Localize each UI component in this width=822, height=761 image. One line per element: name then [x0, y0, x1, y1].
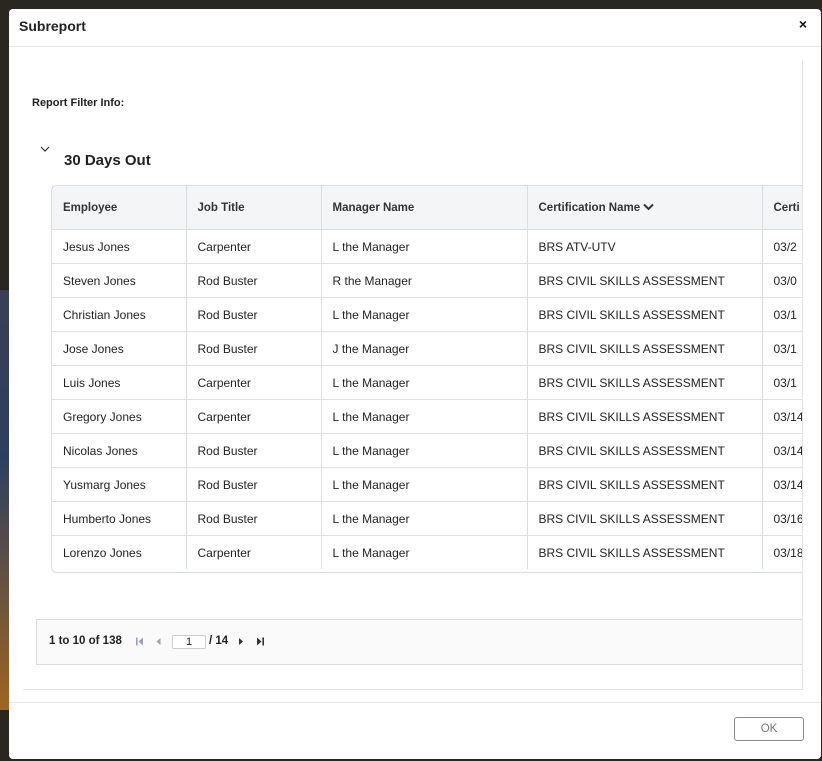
report-content: Report Filter Info: 30 Days Out Employee…	[23, 61, 803, 690]
cell-cert-date: 03/14	[762, 467, 802, 502]
cell-job-title: Rod Buster	[186, 467, 322, 502]
cell-employee: Yusmarg Jones	[52, 467, 187, 502]
cell-manager: L the Manager	[321, 535, 528, 569]
cell-employee: Jesus Jones	[52, 229, 187, 264]
column-header-job-title[interactable]: Job Title	[186, 186, 322, 230]
cell-manager: R the Manager	[321, 263, 528, 298]
group-title: 30 Days Out	[64, 152, 151, 169]
close-icon[interactable]: ×	[799, 15, 807, 33]
last-page-icon[interactable]	[255, 636, 265, 647]
table-row[interactable]: Gregory Jones Carpenter L the Manager BR…	[52, 399, 802, 434]
cell-manager: L the Manager	[321, 229, 528, 264]
cell-certification: BRS CIVIL SKILLS ASSESSMENT	[527, 433, 763, 468]
table-row[interactable]: Jesus Jones Carpenter L the Manager BRS …	[52, 229, 802, 264]
table-row[interactable]: Humberto Jones Rod Buster L the Manager …	[52, 501, 802, 536]
column-header-label: Certification Name	[538, 201, 641, 214]
cell-employee: Humberto Jones	[52, 501, 187, 536]
cell-certification: BRS CIVIL SKILLS ASSESSMENT	[527, 535, 763, 569]
column-header-certification-date[interactable]: Certi	[762, 186, 802, 230]
cell-certification: BRS CIVIL SKILLS ASSESSMENT	[527, 297, 763, 332]
table-row[interactable]: Nicolas Jones Rod Buster L the Manager B…	[52, 433, 802, 468]
cell-job-title: Carpenter	[186, 535, 322, 569]
cell-certification: BRS ATV-UTV	[527, 229, 763, 264]
table-row[interactable]: Lorenzo Jones Carpenter L the Manager BR…	[52, 535, 802, 569]
cell-job-title: Rod Buster	[186, 263, 322, 298]
cell-employee: Luis Jones	[52, 365, 187, 400]
first-page-icon[interactable]	[135, 636, 145, 647]
report-filter-label: Report Filter Info:	[32, 97, 125, 109]
cell-job-title: Carpenter	[186, 365, 322, 400]
table-row[interactable]: Yusmarg Jones Rod Buster L the Manager B…	[52, 467, 802, 502]
ok-button[interactable]: OK	[734, 717, 804, 741]
table-row[interactable]: Steven Jones Rod Buster R the Manager BR…	[52, 263, 802, 298]
previous-page-icon[interactable]	[154, 636, 164, 647]
column-header-certification-name[interactable]: Certification Name	[527, 186, 763, 230]
cell-cert-date: 03/0	[762, 263, 802, 298]
cell-employee: Lorenzo Jones	[52, 535, 187, 569]
cell-cert-date: 03/1	[762, 365, 802, 400]
cell-job-title: Rod Buster	[186, 433, 322, 468]
cell-job-title: Rod Buster	[186, 297, 322, 332]
cell-manager: J the Manager	[321, 331, 528, 366]
page-total: / 14	[209, 635, 229, 647]
page-number-input[interactable]	[172, 635, 206, 649]
header-row: Employee Job Title Manager Name Certific…	[52, 186, 802, 230]
cell-cert-date: 03/14	[762, 433, 802, 468]
cell-employee: Gregory Jones	[52, 399, 187, 434]
report-grid: Employee Job Title Manager Name Certific…	[51, 185, 802, 573]
cell-certification: BRS CIVIL SKILLS ASSESSMENT	[527, 263, 763, 298]
cell-job-title: Carpenter	[186, 399, 322, 434]
cell-certification: BRS CIVIL SKILLS ASSESSMENT	[527, 467, 763, 502]
cell-manager: L the Manager	[321, 501, 528, 536]
cell-cert-date: 03/18	[762, 535, 802, 569]
next-page-icon[interactable]	[236, 636, 246, 647]
cell-employee: Steven Jones	[52, 263, 187, 298]
cell-job-title: Rod Buster	[186, 501, 322, 536]
cell-certification: BRS CIVIL SKILLS ASSESSMENT	[527, 365, 763, 400]
cell-manager: L the Manager	[321, 365, 528, 400]
cell-job-title: Carpenter	[186, 229, 322, 264]
cell-employee: Jose Jones	[52, 331, 187, 366]
subreport-dialog: Subreport × Report Filter Info: 30 Days …	[9, 9, 821, 759]
cell-certification: BRS CIVIL SKILLS ASSESSMENT	[527, 331, 763, 366]
column-header-manager-name[interactable]: Manager Name	[321, 186, 528, 230]
dialog-footer: OK	[9, 702, 821, 759]
dialog-title: Subreport	[19, 18, 86, 34]
cell-cert-date: 03/2	[762, 229, 802, 264]
cell-certification: BRS CIVIL SKILLS ASSESSMENT	[527, 399, 763, 434]
cell-manager: L the Manager	[321, 467, 528, 502]
pagination-bar: 1 to 10 of 138 / 14	[36, 619, 802, 665]
cell-manager: L the Manager	[321, 433, 528, 468]
cell-cert-date: 03/14	[762, 399, 802, 434]
cell-manager: L the Manager	[321, 297, 528, 332]
pagination-summary: 1 to 10 of 138	[49, 635, 122, 647]
table-row[interactable]: Jose Jones Rod Buster J the Manager BRS …	[52, 331, 802, 366]
dialog-header: Subreport ×	[9, 9, 821, 47]
cell-cert-date: 03/1	[762, 331, 802, 366]
table-row[interactable]: Luis Jones Carpenter L the Manager BRS C…	[52, 365, 802, 400]
chevron-down-icon[interactable]	[40, 144, 50, 154]
cell-cert-date: 03/16	[762, 501, 802, 536]
table-row[interactable]: Christian Jones Rod Buster L the Manager…	[52, 297, 802, 332]
column-header-employee[interactable]: Employee	[52, 186, 187, 230]
cell-manager: L the Manager	[321, 399, 528, 434]
cell-job-title: Rod Buster	[186, 331, 322, 366]
sort-descending-icon	[643, 204, 654, 211]
cell-employee: Christian Jones	[52, 297, 187, 332]
cell-cert-date: 03/1	[762, 297, 802, 332]
cell-certification: BRS CIVIL SKILLS ASSESSMENT	[527, 501, 763, 536]
cell-employee: Nicolas Jones	[52, 433, 187, 468]
